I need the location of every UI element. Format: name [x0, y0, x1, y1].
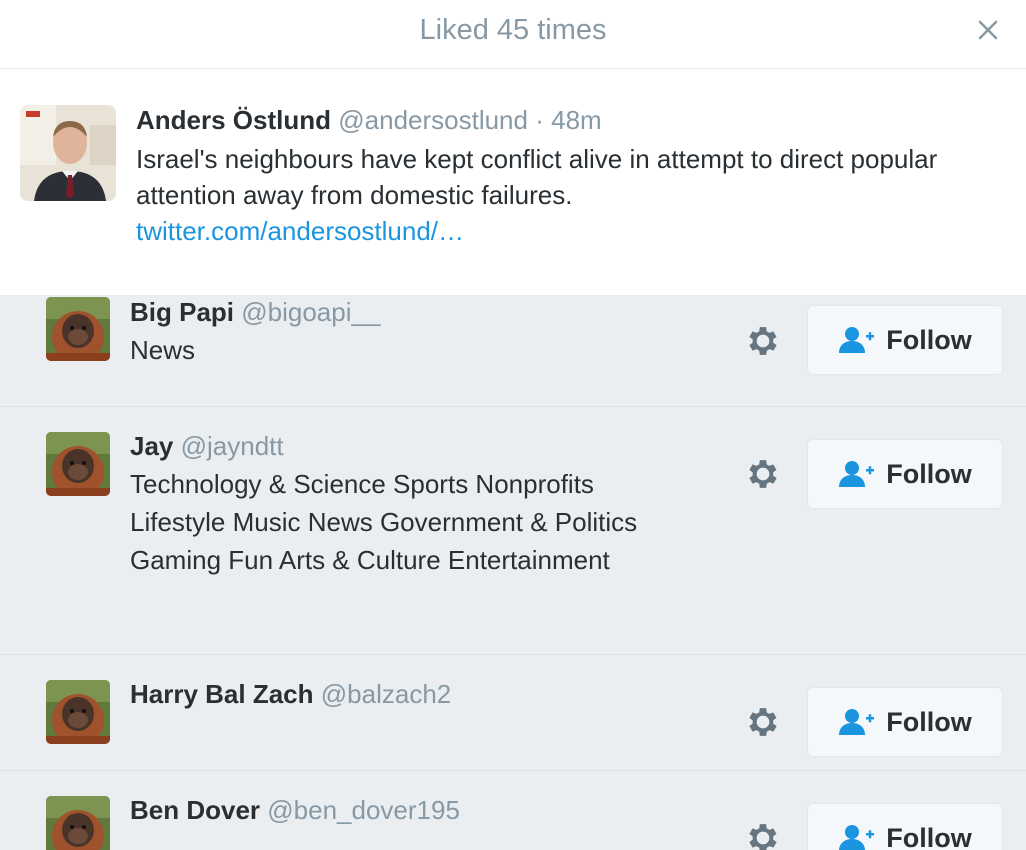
user-name[interactable]: Harry Bal Zach: [130, 679, 314, 709]
gear-icon: [744, 819, 782, 850]
user-name[interactable]: Big Papi: [130, 297, 234, 327]
modal-header: Liked 45 times: [0, 0, 1026, 69]
user-actions-button[interactable]: [744, 819, 782, 850]
follow-label: Follow: [886, 458, 972, 489]
follow-button[interactable]: Follow: [807, 687, 1003, 757]
close-button[interactable]: [972, 14, 1004, 46]
separator-dot: ·: [535, 105, 544, 135]
user-header: Jay @jayndtt: [130, 431, 284, 462]
user-name[interactable]: Ben Dover: [130, 795, 260, 825]
follow-button[interactable]: Follow: [807, 305, 1003, 375]
list-item: Big Papi @bigoapi__ News Follow: [0, 295, 1026, 407]
avatar[interactable]: [46, 680, 110, 744]
gear-icon: [744, 455, 782, 493]
liked-tweet: Anders Östlund @andersostlund · 48m Isra…: [0, 69, 1026, 295]
user-header: Big Papi @bigoapi__: [130, 297, 380, 328]
follow-button[interactable]: Follow: [807, 439, 1003, 509]
tweet-header: Anders Östlund @andersostlund · 48m: [136, 105, 602, 136]
follow-label: Follow: [886, 822, 972, 850]
add-user-icon: [838, 823, 876, 850]
user-handle[interactable]: @balzach2: [321, 679, 451, 709]
user-actions-button[interactable]: [744, 703, 782, 741]
add-user-icon: [838, 459, 876, 489]
avatar[interactable]: [20, 105, 116, 201]
tweet-timestamp[interactable]: 48m: [551, 105, 602, 135]
list-item: Jay @jayndtt Technology & Science Sports…: [0, 407, 1026, 655]
user-bio: News: [130, 335, 196, 365]
user-handle[interactable]: @ben_dover195: [267, 795, 460, 825]
follow-button[interactable]: Follow: [807, 803, 1003, 850]
user-header: Harry Bal Zach @balzach2: [130, 679, 451, 710]
author-handle[interactable]: @andersostlund: [338, 105, 528, 135]
add-user-icon: [838, 325, 876, 355]
tweet-link[interactable]: twitter.com/andersostlund/…: [136, 213, 464, 249]
user-header: Ben Dover @ben_dover195: [130, 795, 460, 826]
add-user-icon: [838, 707, 876, 737]
tweet-text: Israel's neighbours have kept conflict a…: [136, 144, 938, 210]
follow-label: Follow: [886, 324, 972, 355]
avatar[interactable]: [46, 432, 110, 496]
close-icon: [978, 20, 998, 40]
user-bio: Technology & Science Sports Nonprofits L…: [130, 469, 638, 575]
likers-list: Big Papi @bigoapi__ News Follow Jay @jay…: [0, 295, 1026, 850]
user-actions-button[interactable]: [744, 322, 782, 360]
gear-icon: [744, 322, 782, 360]
modal-title: Liked 45 times: [419, 14, 607, 46]
follow-label: Follow: [886, 706, 972, 737]
avatar[interactable]: [46, 796, 110, 850]
list-item: Harry Bal Zach @balzach2 Follow: [0, 655, 1026, 771]
list-item: Ben Dover @ben_dover195 Follow: [0, 771, 1026, 850]
user-name[interactable]: Jay: [130, 431, 173, 461]
user-actions-button[interactable]: [744, 455, 782, 493]
user-handle[interactable]: @jayndtt: [181, 431, 284, 461]
user-handle[interactable]: @bigoapi__: [241, 297, 380, 327]
gear-icon: [744, 703, 782, 741]
author-name[interactable]: Anders Östlund: [136, 105, 331, 135]
avatar[interactable]: [46, 297, 110, 361]
